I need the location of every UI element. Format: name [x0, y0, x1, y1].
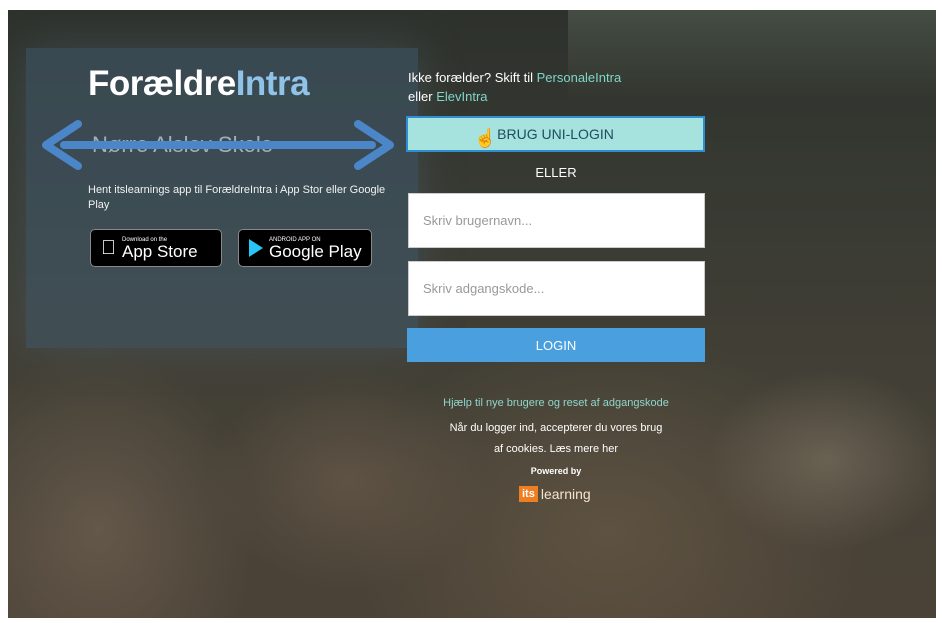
double-arrow-annotation	[42, 120, 394, 170]
app-promo-text: Hent itslearnings app til ForældreIntra …	[88, 184, 386, 211]
switch-middle: eller	[408, 89, 433, 104]
switch-portal-text: Ikke forælder? Skift til PersonaleIntra …	[408, 68, 621, 106]
apple-icon: 	[101, 237, 116, 260]
uni-login-button[interactable]: BRUG UNI-LOGIN	[406, 116, 705, 152]
google-play-icon	[249, 239, 263, 257]
brand-part1: Forældre	[88, 64, 236, 103]
itslearning-box: its	[519, 486, 538, 502]
password-input[interactable]	[408, 261, 705, 316]
app-store-big: App Store	[107, 241, 198, 261]
personaleintra-link[interactable]: PersonaleIntra	[537, 70, 622, 85]
switch-prefix: Ikke forælder? Skift til	[408, 70, 533, 85]
elevintra-link[interactable]: ElevIntra	[436, 89, 487, 104]
help-link[interactable]: Hjælp til nye brugere og reset af adgang…	[406, 397, 706, 409]
itslearning-logo[interactable]: its learning	[519, 486, 591, 502]
app-store-badge[interactable]:  Download on the App Store	[90, 229, 222, 267]
google-play-badge[interactable]: ANDROID APP ON Google Play	[238, 229, 372, 267]
powered-by-label: Powered by	[530, 466, 582, 476]
or-divider: ELLER	[535, 165, 577, 180]
login-button[interactable]: LOGIN	[407, 328, 705, 362]
brand-part2: Intra	[235, 64, 310, 103]
hand-cursor-icon: ☝	[474, 128, 497, 148]
google-play-big: Google Play	[269, 241, 362, 261]
consent-line1: Når du logger ind, accepterer du vores b…	[449, 422, 663, 434]
username-input[interactable]	[408, 193, 705, 248]
itslearning-text: learning	[540, 486, 591, 502]
consent-line2[interactable]: af cookies. Læs mere her	[406, 439, 706, 460]
cookie-consent-text: Når du logger ind, accepterer du vores b…	[406, 418, 706, 460]
brand-logo: ForældreIntra	[88, 64, 310, 104]
